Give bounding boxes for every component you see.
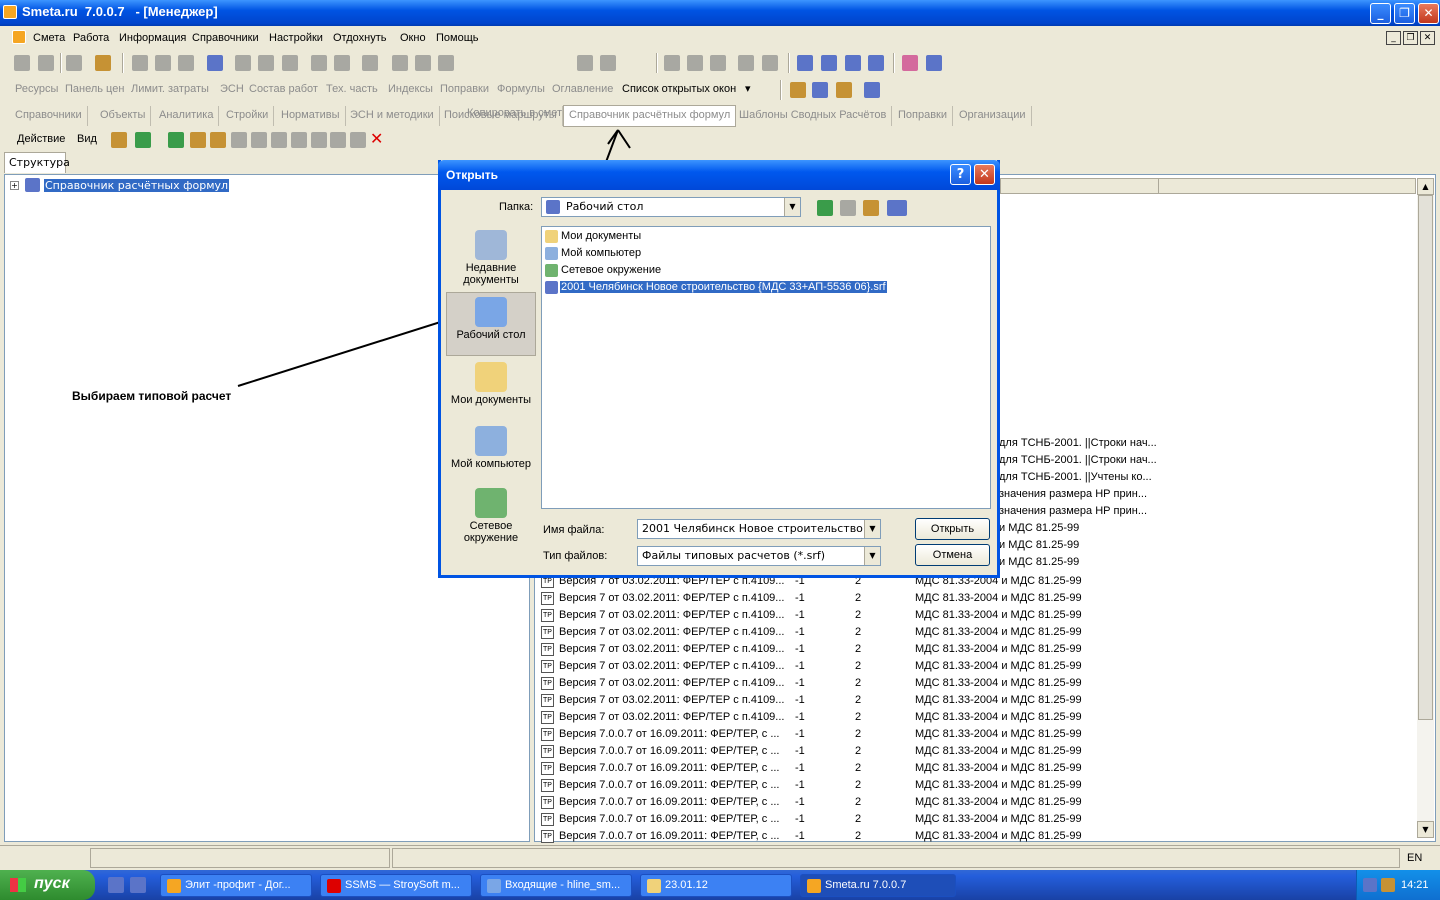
- dialog-close-button[interactable]: ✕: [974, 164, 995, 185]
- taskbar-item[interactable]: Элит -профит - Дог...: [160, 874, 312, 897]
- mail-icon: [487, 879, 501, 893]
- taskbar-item[interactable]: Входящие - hline_sm...: [480, 874, 632, 897]
- filetype-label: Тип файлов:: [543, 550, 608, 562]
- chevron-left-icon[interactable]: [1363, 878, 1377, 892]
- new-folder-icon[interactable]: [863, 200, 879, 216]
- status-panel: [392, 848, 1400, 868]
- dialog-title-bar: Открыть ? ✕: [438, 160, 1000, 190]
- chevron-down-icon[interactable]: ▼: [784, 198, 800, 216]
- taskbar-item-active[interactable]: Smeta.ru 7.0.0.7: [800, 874, 956, 897]
- srf-file-icon: [545, 281, 558, 294]
- network-icon: [475, 488, 507, 518]
- view-menu-icon[interactable]: [887, 200, 907, 216]
- my-computer-icon: [475, 426, 507, 456]
- places-bar: Недавние документы Рабочий стол Мои доку…: [446, 226, 536, 556]
- desktop-show-icon[interactable]: [130, 877, 146, 893]
- taskbar-item[interactable]: 23.01.12: [640, 874, 792, 897]
- folder-value: Рабочий стол: [566, 200, 644, 213]
- my-documents-icon: [475, 362, 507, 392]
- dialog-help-button[interactable]: ?: [950, 164, 971, 185]
- cancel-button[interactable]: Отмена: [915, 544, 990, 566]
- taskbar-item[interactable]: SSMS — StroySoft m...: [320, 874, 472, 897]
- place-network[interactable]: Сетевое окружение: [446, 488, 536, 544]
- place-my-documents[interactable]: Мои документы: [446, 362, 536, 406]
- recent-docs-icon: [475, 230, 507, 260]
- up-folder-icon[interactable]: [840, 200, 856, 216]
- dialog-title: Открыть: [446, 168, 499, 182]
- filename-input[interactable]: 2001 Челябинск Новое строительство {МД ▼: [637, 519, 881, 539]
- windows-logo-icon: [10, 878, 26, 892]
- desktop-icon: [546, 200, 560, 214]
- tray-app-icon[interactable]: [1381, 878, 1395, 892]
- folder-icon: [647, 879, 661, 893]
- computer-icon: [545, 247, 558, 260]
- folder-combo[interactable]: Рабочий стол ▼: [541, 197, 801, 217]
- app-icon: [807, 879, 821, 893]
- place-my-computer[interactable]: Мой компьютер: [446, 426, 536, 470]
- opera-icon: [327, 879, 341, 893]
- network-icon: [545, 264, 558, 277]
- clock: 14:21: [1401, 879, 1429, 891]
- desktop-icon: [475, 297, 507, 327]
- folder-icon: [545, 230, 558, 243]
- place-recent[interactable]: Недавние документы: [446, 230, 536, 286]
- start-button[interactable]: пуск: [0, 870, 95, 900]
- chevron-down-icon[interactable]: ▼: [864, 547, 880, 565]
- filename-label: Имя файла:: [543, 524, 605, 536]
- chevron-down-icon[interactable]: ▼: [864, 520, 880, 538]
- place-desktop[interactable]: Рабочий стол: [446, 292, 536, 356]
- open-button[interactable]: Открыть: [915, 518, 990, 540]
- back-icon[interactable]: [817, 200, 833, 216]
- system-tray: 14:21: [1356, 870, 1440, 900]
- filetype-select[interactable]: Файлы типовых расчетов (*.srf) ▼: [637, 546, 881, 566]
- status-panel: [90, 848, 390, 868]
- ie-icon[interactable]: [108, 877, 124, 893]
- app-icon: [167, 879, 181, 893]
- status-lang: EN: [1407, 852, 1423, 864]
- folder-label: Папка:: [499, 201, 534, 213]
